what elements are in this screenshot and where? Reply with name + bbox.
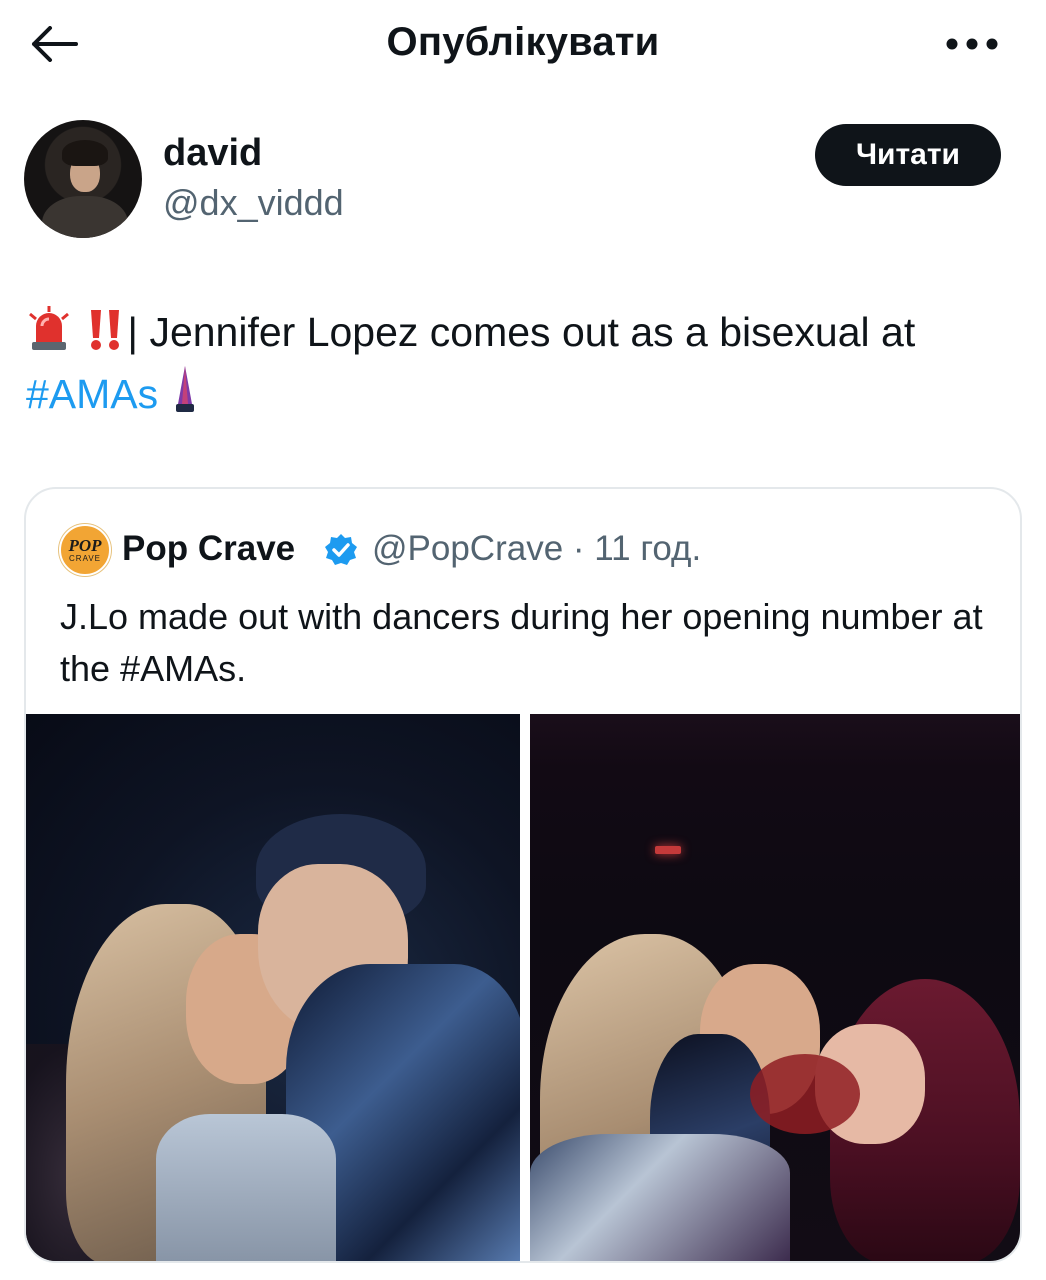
avatar-hair <box>62 140 108 166</box>
avatar-logo-crave: CRAVE <box>69 553 101 563</box>
quoted-text: J.Lo made out with dancers during her op… <box>60 596 983 689</box>
follow-button[interactable]: Читати <box>815 124 1001 186</box>
photo-outfit-dancer <box>530 1134 790 1261</box>
double-exclamation-emoji <box>83 306 127 364</box>
avatar-logo-pop: POP <box>68 535 102 555</box>
page-title: Опублікувати <box>386 20 660 64</box>
quoted-tweet-card[interactable]: POP CRAVE Pop Crave @PopCrave · 11 год. … <box>24 487 1022 1263</box>
hashtag-link[interactable]: #AMAs <box>26 371 158 417</box>
rotating-light-emoji <box>26 306 72 364</box>
tweet-body: | Jennifer Lopez comes out as a bisexual… <box>127 309 916 355</box>
photo-red-accent <box>750 1054 860 1134</box>
verified-badge-icon <box>325 534 357 565</box>
quoted-media-grid <box>26 714 1020 1261</box>
photo-outfit-woman <box>156 1114 336 1261</box>
author-handle[interactable]: @dx_viddd <box>163 182 344 224</box>
quoted-handle-time: @PopCrave · 11 год. <box>372 529 702 568</box>
quoted-display-name[interactable]: Pop Crave <box>122 529 295 569</box>
media-photo-2[interactable] <box>530 714 1020 1261</box>
purple-candle-emoji <box>170 364 200 426</box>
more-options-button[interactable] <box>940 26 1004 62</box>
author-avatar[interactable] <box>24 120 142 238</box>
more-horizontal-icon <box>946 38 998 50</box>
author-display-name[interactable]: david <box>163 132 262 175</box>
tweet-text: | Jennifer Lopez comes out as a bisexual… <box>26 306 1016 426</box>
pop-crave-avatar[interactable]: POP CRAVE <box>59 524 111 576</box>
top-bar: Опублікувати <box>0 0 1046 90</box>
avatar-shoulders <box>42 196 128 238</box>
media-photo-1[interactable] <box>26 714 520 1261</box>
photo-red-light <box>655 846 681 854</box>
